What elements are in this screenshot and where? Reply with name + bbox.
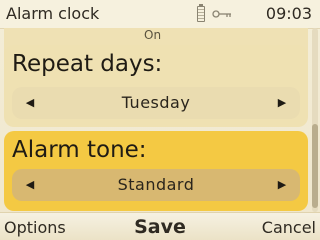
arrow-right-icon[interactable]: ▶ (270, 169, 294, 201)
arrow-left-icon[interactable]: ◀ (18, 87, 42, 119)
repeat-days-selector[interactable]: ◀ Tuesday ▶ (12, 87, 300, 119)
scrollbar[interactable] (312, 28, 318, 212)
settings-list: On Repeat days: ◀ Tuesday ▶ Alarm tone: … (0, 28, 320, 212)
repeat-days-setting[interactable]: Repeat days: ◀ Tuesday ▶ (4, 45, 308, 127)
alarm-tone-setting[interactable]: Alarm tone: ◀ Standard ▶ (4, 131, 308, 211)
status-bar: Alarm clock 09:03 (0, 0, 320, 29)
cancel-button[interactable]: Cancel (262, 218, 316, 237)
arrow-left-icon[interactable]: ◀ (18, 169, 42, 201)
softkey-bar: Options Save Cancel (0, 212, 320, 240)
battery-icon (197, 4, 205, 22)
previous-setting-value: On (144, 28, 162, 42)
repeat-days-label: Repeat days: (12, 51, 163, 77)
scrollbar-thumb[interactable] (312, 124, 318, 208)
alarm-tone-value: Standard (117, 175, 195, 194)
repeat-days-value: Tuesday (121, 93, 191, 112)
arrow-right-icon[interactable]: ▶ (270, 87, 294, 119)
alarm-clock-screen: Alarm clock 09:03 On Repeat days: ◀ Tues… (0, 0, 320, 240)
alarm-tone-selector[interactable]: ◀ Standard ▶ (12, 169, 300, 201)
alarm-tone-label: Alarm tone: (12, 137, 147, 163)
clock-time: 09:03 (265, 4, 312, 23)
app-title: Alarm clock (6, 4, 100, 23)
key-icon (212, 10, 231, 18)
